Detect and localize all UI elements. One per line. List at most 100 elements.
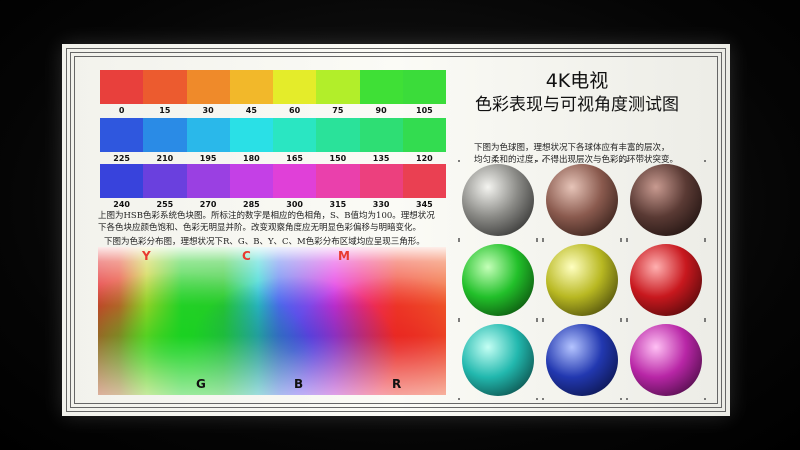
hue-label: 180 — [243, 154, 260, 163]
sphere-grey — [458, 160, 538, 240]
sphere-body — [630, 244, 702, 316]
hue-swatch — [359, 70, 403, 104]
hue-swatch — [186, 164, 230, 198]
label-m: M — [338, 249, 350, 263]
registration-dot — [536, 320, 538, 322]
hue-swatch — [402, 118, 446, 152]
hue-label: 255 — [156, 200, 174, 209]
hue-swatch — [273, 70, 317, 104]
hue-swatch — [402, 70, 446, 104]
hue-row-3 — [100, 164, 446, 198]
hue-label: 75 — [332, 106, 344, 115]
sphere-body — [546, 244, 618, 316]
sphere-description-line1: 下图为色球图，理想状况下各球体应有丰富的层次， — [474, 143, 670, 153]
hue-label: 315 — [329, 200, 347, 209]
hue-swatch — [100, 118, 144, 152]
registration-dot — [626, 160, 628, 162]
sphere-blue — [542, 320, 622, 400]
hue-label: 300 — [286, 200, 303, 209]
hue-swatch — [273, 164, 317, 198]
label-g: G — [196, 377, 206, 391]
chart-title-line1: 4K电视 — [545, 70, 609, 92]
sphere-brown — [626, 160, 706, 240]
registration-dot — [704, 240, 706, 242]
hue-label: 105 — [416, 106, 433, 115]
hue-row-2 — [100, 118, 446, 152]
hue-labels-3: 240 255 270 285 300 315 330 345 — [100, 200, 446, 209]
hue-swatch — [229, 164, 273, 198]
sphere-description: 下图为色球图，理想状况下各球体应有丰富的层次， 均匀柔和的过度，不得出现层次与色… — [474, 142, 724, 166]
sphere-body — [462, 244, 534, 316]
hue-swatch — [402, 164, 446, 198]
test-chart: 0 15 30 45 60 75 90 105 225 210 195 180 165 150 135 12… — [62, 44, 730, 416]
hue-label: 135 — [372, 154, 390, 163]
tv-screen: 0 15 30 45 60 75 90 105 225 210 195 180 165 150 135 12… — [0, 0, 800, 450]
hue-label: 30 — [202, 106, 214, 115]
registration-dot — [536, 160, 538, 162]
label-c: C — [242, 249, 251, 263]
hue-label: 285 — [243, 200, 260, 209]
hue-swatch — [229, 118, 273, 152]
sphere-green — [458, 240, 538, 320]
registration-dot — [542, 398, 544, 400]
registration-dot — [704, 398, 706, 400]
hue-label: 150 — [329, 154, 347, 163]
registration-dot — [542, 320, 544, 322]
sphere-body — [630, 164, 702, 236]
sphere-body — [546, 324, 618, 396]
hue-swatch — [316, 70, 360, 104]
color-distribution-chart: Y C M G B R — [98, 247, 446, 395]
hsb-description-line2: 下各色块应颜色饱和、色彩无明显并阶。改变观察角度应无明显色彩偏移与明暗变化。 — [98, 223, 422, 233]
hue-swatch — [359, 118, 403, 152]
registration-dot — [536, 398, 538, 400]
distribution-fade-layer — [98, 247, 446, 395]
hue-swatch — [186, 118, 230, 152]
sphere-red — [626, 240, 706, 320]
hue-swatch — [100, 164, 144, 198]
sphere-cyan — [458, 320, 538, 400]
sphere-skin — [542, 160, 622, 240]
hue-swatch — [143, 70, 187, 104]
hue-swatch — [100, 70, 144, 104]
sphere-yellow — [542, 240, 622, 320]
hue-swatch — [316, 164, 360, 198]
label-b: B — [294, 377, 304, 391]
registration-dot — [620, 240, 622, 242]
registration-dot — [536, 240, 538, 242]
registration-dot — [704, 160, 706, 162]
registration-dot — [626, 240, 628, 242]
hue-labels-1: 0 15 30 45 60 75 90 105 — [100, 106, 446, 115]
registration-dot — [626, 398, 628, 400]
sphere-body — [462, 164, 534, 236]
registration-dot — [704, 320, 706, 322]
hue-label: 0 — [118, 106, 125, 115]
sphere-body — [462, 324, 534, 396]
registration-dot — [620, 398, 622, 400]
registration-dot — [458, 320, 460, 322]
hue-label: 330 — [372, 200, 390, 209]
registration-dot — [620, 320, 622, 322]
hue-label: 60 — [289, 106, 301, 115]
hue-row-1 — [100, 70, 446, 104]
chart-title-line2: 色彩表现与可视角度测试图 — [475, 95, 679, 115]
registration-dot — [458, 160, 460, 162]
hue-label: 195 — [199, 154, 217, 163]
hue-label: 45 — [245, 106, 257, 115]
hsb-description: 上图为HSB色彩系统色块图。所标注的数字是相应的色相角，S、B值均为100。理想… — [98, 210, 458, 234]
hue-swatch — [186, 70, 230, 104]
sphere-body — [546, 164, 618, 236]
registration-dot — [626, 320, 628, 322]
registration-dot — [542, 240, 544, 242]
hue-label: 240 — [113, 200, 130, 209]
label-y: Y — [142, 249, 151, 263]
hue-label: 225 — [113, 154, 130, 163]
hsb-description-line1: 上图为HSB色彩系统色块图。所标注的数字是相应的色相角，S、B值均为100。理想… — [98, 211, 435, 221]
hue-swatch — [143, 164, 187, 198]
sphere-body — [630, 324, 702, 396]
hue-swatch — [359, 164, 403, 198]
registration-dot — [458, 398, 460, 400]
hue-label: 165 — [286, 154, 303, 163]
label-r: R — [392, 377, 402, 391]
hue-label: 15 — [159, 106, 171, 115]
hue-swatch — [273, 118, 317, 152]
